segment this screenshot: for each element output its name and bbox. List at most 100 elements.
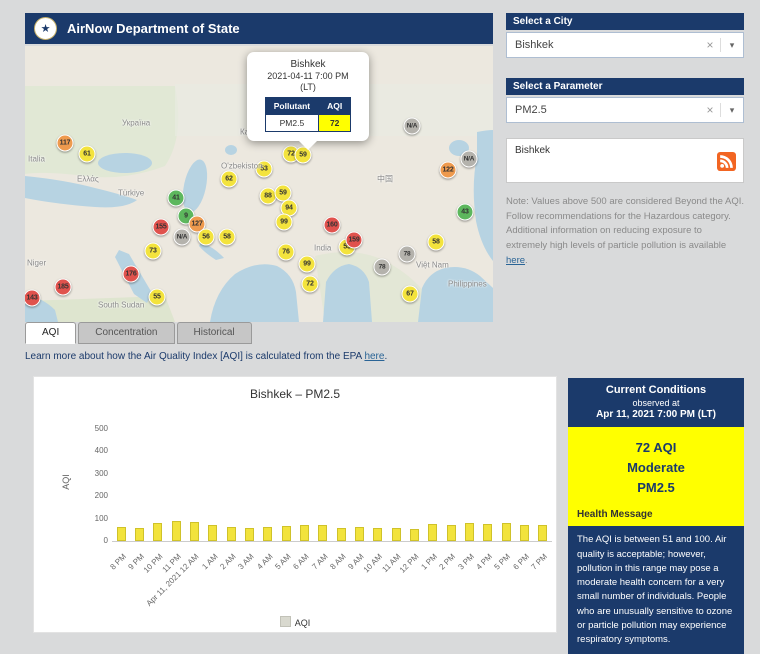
note-suffix: . xyxy=(525,255,528,266)
y-axis-tick: 100 xyxy=(76,514,108,523)
aqi-marker[interactable]: 122 xyxy=(440,162,457,179)
learn-more-prefix: Learn more about how the Air Quality Ind… xyxy=(25,351,364,362)
learn-more-text: Learn more about how the Air Quality Ind… xyxy=(25,351,387,362)
chart-bar[interactable] xyxy=(117,527,126,541)
popup-pollutant-value: PM2.5 xyxy=(265,115,318,132)
aqi-marker[interactable]: 143 xyxy=(25,290,41,307)
chart-bar[interactable] xyxy=(538,525,547,541)
aqi-marker[interactable]: 155 xyxy=(153,219,170,236)
chart-bar[interactable] xyxy=(208,525,217,541)
select-parameter-header: Select a Parameter xyxy=(506,78,744,95)
aqi-marker[interactable]: 61 xyxy=(79,146,96,163)
chevron-down-icon[interactable]: ▾ xyxy=(721,105,743,116)
aqi-marker[interactable]: N/A xyxy=(461,151,478,168)
clear-city-icon[interactable]: × xyxy=(700,38,721,52)
clear-parameter-icon[interactable]: × xyxy=(700,103,721,117)
chart-bar[interactable] xyxy=(318,525,327,541)
chart-bar[interactable] xyxy=(337,528,346,541)
chart-bar[interactable] xyxy=(428,524,437,541)
chart-bar[interactable] xyxy=(520,525,529,541)
chart-legend[interactable]: AQI xyxy=(34,616,556,628)
tab-historical[interactable]: Historical xyxy=(177,322,252,344)
aqi-marker[interactable]: 78 xyxy=(399,246,416,263)
aqi-marker[interactable]: 67 xyxy=(402,286,419,303)
observed-at-label: observed at xyxy=(572,398,740,408)
aqi-marker[interactable]: 58 xyxy=(219,229,236,246)
popup-pollutant-header: Pollutant xyxy=(265,98,318,115)
popup-timezone: (LT) xyxy=(251,82,365,92)
city-select-value: Bishkek xyxy=(507,39,700,51)
page-title: AirNow Department of State xyxy=(67,21,240,36)
chart-bar[interactable] xyxy=(263,527,272,541)
popup-datetime: 2021-04-11 7:00 PM xyxy=(251,71,365,81)
country-label: India xyxy=(314,244,331,253)
chart-bar[interactable] xyxy=(172,521,181,541)
note-here-link[interactable]: here xyxy=(506,255,525,266)
chart-bar[interactable] xyxy=(447,525,456,541)
popup-aqi-header: AQI xyxy=(319,98,351,115)
chart-bar[interactable] xyxy=(410,529,419,541)
aqi-map[interactable]: 11761419155127N/A56587317618514355625372… xyxy=(25,46,493,322)
aqi-marker[interactable]: 62 xyxy=(221,171,238,188)
chart-bar[interactable] xyxy=(373,528,382,541)
chart-bar[interactable] xyxy=(245,528,254,541)
chart-plot xyxy=(112,429,552,542)
chart-bar[interactable] xyxy=(300,525,309,541)
country-label: Việt Nam xyxy=(416,261,449,270)
popup-city: Bishkek xyxy=(251,59,365,70)
current-aqi-value: 72 AQI xyxy=(568,438,744,458)
parameter-select[interactable]: PM2.5 × ▾ xyxy=(506,97,744,123)
chart-bar[interactable] xyxy=(227,527,236,541)
aqi-marker[interactable]: N/A xyxy=(404,118,421,135)
map-tabs: AQI Concentration Historical xyxy=(25,322,252,344)
chart-bar[interactable] xyxy=(502,523,511,541)
observed-datetime: Apr 11, 2021 7:00 PM (LT) xyxy=(572,409,740,420)
aqi-marker[interactable]: 41 xyxy=(168,190,185,207)
aqi-marker[interactable]: 56 xyxy=(198,229,215,246)
y-axis-tick: 300 xyxy=(76,469,108,478)
current-conditions-title: Current Conditions xyxy=(572,384,740,396)
country-label: Philippines xyxy=(448,280,487,289)
chart-bar[interactable] xyxy=(190,522,199,541)
aqi-marker[interactable]: 58 xyxy=(428,234,445,251)
aqi-marker[interactable]: 176 xyxy=(123,266,140,283)
rss-icon[interactable] xyxy=(717,152,736,171)
chevron-down-icon[interactable]: ▾ xyxy=(721,40,743,51)
aqi-marker[interactable]: 99 xyxy=(299,256,316,273)
aqi-marker[interactable]: 72 xyxy=(302,276,319,293)
aqi-marker[interactable]: 99 xyxy=(276,214,293,231)
aqi-marker[interactable]: 117 xyxy=(57,135,74,152)
chart-panel: Bishkek – PM2.5 AQI AQI 0100200300400500… xyxy=(33,376,557,633)
chart-bar[interactable] xyxy=(355,527,364,541)
aqi-marker[interactable]: 185 xyxy=(55,279,72,296)
aqi-marker[interactable]: 160 xyxy=(324,217,341,234)
aqi-marker[interactable]: 159 xyxy=(346,232,363,249)
aqi-marker[interactable]: 43 xyxy=(457,204,474,221)
aqi-marker[interactable]: 73 xyxy=(145,243,162,260)
current-conditions-panel: Current Conditions observed at Apr 11, 2… xyxy=(568,378,744,633)
chart-bar[interactable] xyxy=(153,523,162,541)
chart-bar[interactable] xyxy=(135,528,144,541)
aqi-marker[interactable]: 76 xyxy=(278,244,295,261)
country-label: Україна xyxy=(122,119,150,128)
chart-title: Bishkek – PM2.5 xyxy=(34,387,556,401)
aqi-marker[interactable]: 55 xyxy=(149,289,166,306)
city-select[interactable]: Bishkek × ▾ xyxy=(506,32,744,58)
country-label: O'zbekiston xyxy=(221,162,263,171)
chart-bar[interactable] xyxy=(392,528,401,541)
feed-box: Bishkek xyxy=(506,138,744,183)
y-axis-tick: 500 xyxy=(76,424,108,433)
legend-label: AQI xyxy=(295,618,311,628)
current-aqi-pollutant: PM2.5 xyxy=(568,478,744,498)
chart-bar[interactable] xyxy=(282,526,291,541)
aqi-note: Note: Values above 500 are considered Be… xyxy=(506,195,744,269)
tab-aqi[interactable]: AQI xyxy=(25,322,76,344)
current-aqi-block: 72 AQI Moderate PM2.5 xyxy=(568,427,744,507)
tab-concentration[interactable]: Concentration xyxy=(78,322,174,344)
map-popup: Bishkek 2021-04-11 7:00 PM (LT) Pollutan… xyxy=(247,52,369,141)
aqi-marker[interactable]: N/A xyxy=(174,229,191,246)
chart-bar[interactable] xyxy=(465,523,474,541)
epa-link[interactable]: here xyxy=(364,351,384,362)
chart-bar[interactable] xyxy=(483,524,492,541)
aqi-marker[interactable]: 78 xyxy=(374,259,391,276)
